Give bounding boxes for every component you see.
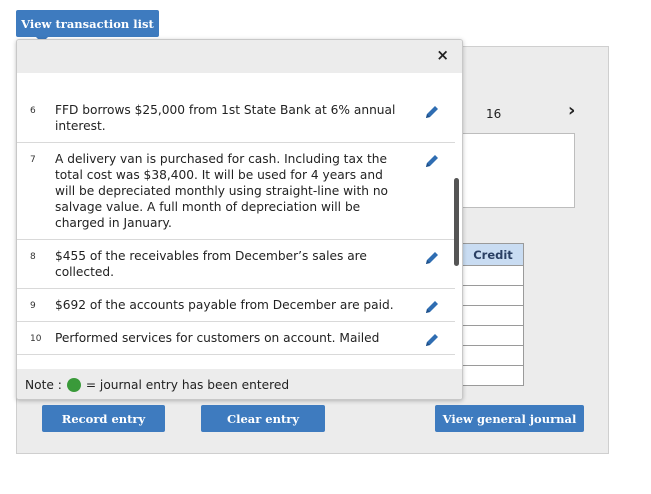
entered-indicator-icon	[66, 377, 81, 392]
transaction-text: $692 of the accounts payable from Decemb…	[55, 298, 394, 312]
transaction-number: 10	[30, 334, 42, 344]
close-icon[interactable]: ×	[436, 46, 449, 64]
popup-header: ×	[17, 40, 462, 73]
note-label: Note :	[25, 377, 62, 392]
clear-entry-button[interactable]: Clear entry	[201, 405, 325, 432]
edit-pencil-icon[interactable]	[422, 330, 442, 350]
transaction-number: 7	[30, 155, 36, 165]
next-chevron-icon[interactable]: ›	[568, 100, 575, 121]
credit-header: Credit	[462, 243, 524, 266]
credit-cell[interactable]	[462, 265, 524, 286]
edit-pencil-icon[interactable]	[422, 151, 442, 171]
transaction-item: 6 FFD borrows $25,000 from 1st State Bank…	[17, 94, 455, 143]
credit-cell[interactable]	[462, 305, 524, 326]
note-text: = journal entry has been entered	[85, 377, 290, 392]
scrollbar-thumb[interactable]	[454, 178, 459, 266]
view-transaction-list-label: View transaction list	[21, 16, 154, 31]
transaction-description-box	[462, 133, 575, 208]
transaction-number: 9	[30, 301, 36, 311]
credit-cell[interactable]	[462, 365, 524, 386]
edit-pencil-icon[interactable]	[422, 297, 442, 317]
transaction-text: A delivery van is purchased for cash. In…	[55, 152, 388, 230]
transaction-item: 9 $692 of the accounts payable from Decem…	[17, 289, 455, 322]
transaction-item: 10 Performed services for customers on ac…	[17, 322, 455, 355]
record-entry-button[interactable]: Record entry	[42, 405, 165, 432]
transaction-text: Performed services for customers on acco…	[55, 331, 380, 345]
view-general-journal-button[interactable]: View general journal	[435, 405, 584, 432]
page-number: 16	[486, 107, 502, 121]
transaction-text: $455 of the receivables from December’s …	[55, 249, 367, 279]
edit-pencil-icon[interactable]	[422, 102, 442, 122]
transaction-item: 8 $455 of the receivables from December’s…	[17, 240, 455, 289]
transaction-number: 8	[30, 252, 36, 262]
transaction-list: 6 FFD borrows $25,000 from 1st State Bank…	[17, 94, 455, 369]
credit-cell[interactable]	[462, 345, 524, 366]
popup-footer: Note : = journal entry has been entered	[17, 369, 462, 399]
view-transaction-list-button[interactable]: View transaction list	[16, 10, 159, 43]
credit-cell[interactable]	[462, 285, 524, 306]
transaction-list-popup: × 6 FFD borrows $25,000 from 1st State Ba…	[16, 39, 463, 400]
transaction-item: 7 A delivery van is purchased for cash. I…	[17, 143, 455, 240]
credit-cell[interactable]	[462, 325, 524, 346]
journal-entry-table: Credit	[462, 243, 524, 386]
transaction-number: 6	[30, 106, 36, 116]
transaction-text: FFD borrows $25,000 from 1st State Bank …	[55, 103, 396, 133]
edit-pencil-icon[interactable]	[422, 248, 442, 268]
